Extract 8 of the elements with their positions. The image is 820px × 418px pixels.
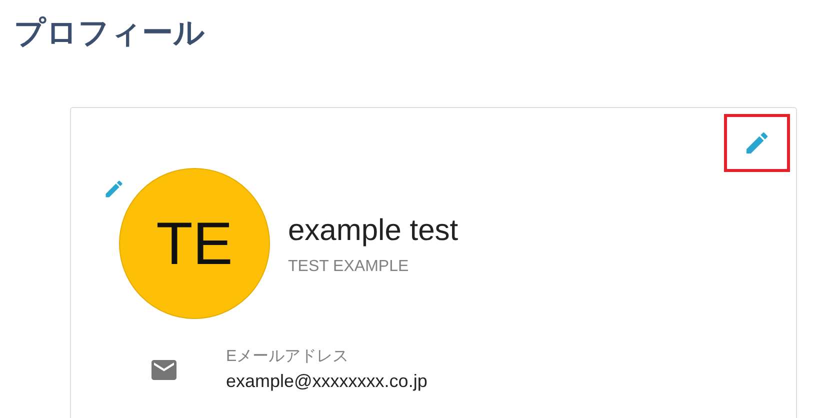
page-title: プロフィール xyxy=(14,18,205,49)
field-value: example@xxxxxxxx.co.jp xyxy=(226,370,428,393)
pencil-icon[interactable] xyxy=(103,178,125,200)
edit-button[interactable] xyxy=(724,114,790,172)
profile-name: example test xyxy=(288,216,458,246)
field-label: Eメールアドレス xyxy=(226,347,350,367)
avatar-initials: TE xyxy=(156,214,233,274)
profile-subtitle: TEST EXAMPLE xyxy=(288,259,409,275)
